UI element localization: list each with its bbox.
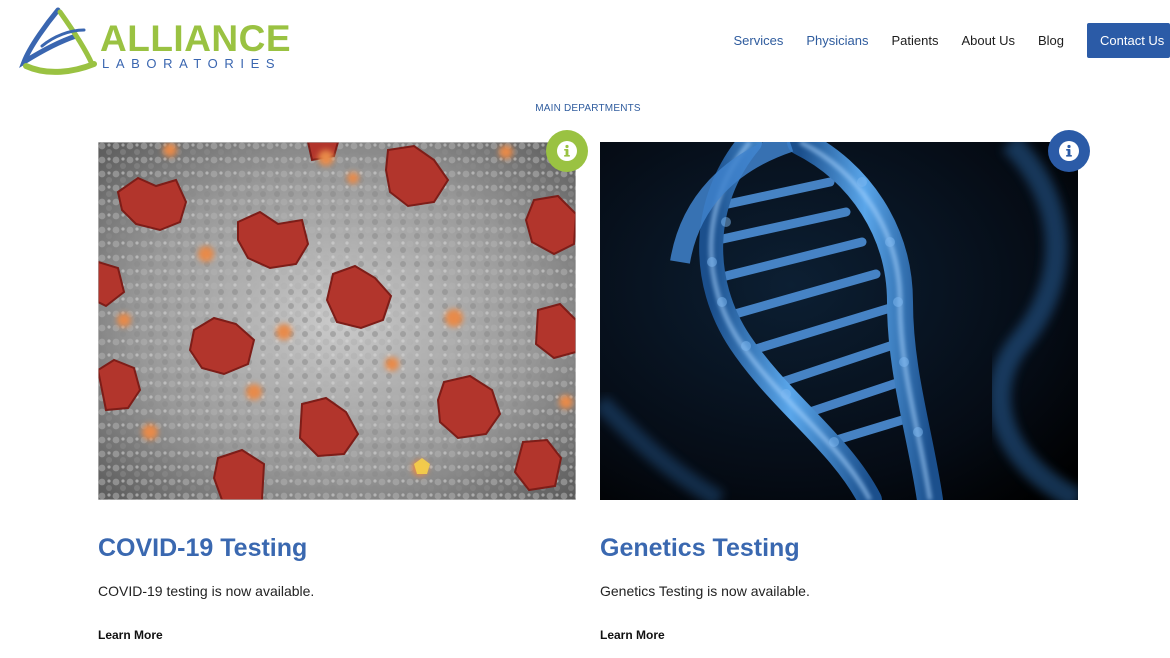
learn-more-link-covid[interactable]: Learn More [98, 628, 163, 642]
site-header: ALLIANCE LABORATORIES Services Physician… [0, 0, 1170, 82]
logo-subtitle: LABORATORIES [102, 56, 282, 71]
card-description: COVID-19 testing is now available. [98, 583, 315, 599]
info-icon [557, 141, 577, 161]
department-card-covid: COVID-19 Testing COVID-19 testing is now… [98, 130, 588, 642]
card-description: Genetics Testing is now available. [600, 583, 810, 599]
department-card-genetics: Genetics Testing Genetics Testing is now… [600, 130, 1090, 642]
contact-us-button[interactable]: Contact Us [1087, 23, 1170, 58]
nav-item-blog[interactable]: Blog [1038, 33, 1064, 48]
virus-illustration [98, 142, 576, 500]
card-title[interactable]: Genetics Testing [600, 534, 800, 563]
logo-swoosh-icon [19, 7, 97, 75]
nav-item-patients[interactable]: Patients [892, 33, 939, 48]
site-logo[interactable]: ALLIANCE LABORATORIES [18, 6, 291, 76]
logo-wordmark: ALLIANCE [100, 18, 292, 59]
dna-illustration [600, 142, 1078, 500]
main-nav: Services Physicians Patients About Us Bl… [711, 23, 1170, 58]
card-title[interactable]: COVID-19 Testing [98, 534, 307, 563]
learn-more-link-genetics[interactable]: Learn More [600, 628, 665, 642]
nav-item-services[interactable]: Services [734, 33, 784, 48]
info-icon [1059, 141, 1079, 161]
info-badge-genetics[interactable] [1048, 130, 1090, 172]
dna-helix-image[interactable] [600, 142, 1078, 500]
nav-item-physicians[interactable]: Physicians [806, 33, 868, 48]
nav-item-about-us[interactable]: About Us [961, 33, 1014, 48]
section-label: MAIN DEPARTMENTS [535, 103, 641, 114]
covid-virus-image[interactable] [98, 142, 576, 500]
info-badge-covid[interactable] [546, 130, 588, 172]
